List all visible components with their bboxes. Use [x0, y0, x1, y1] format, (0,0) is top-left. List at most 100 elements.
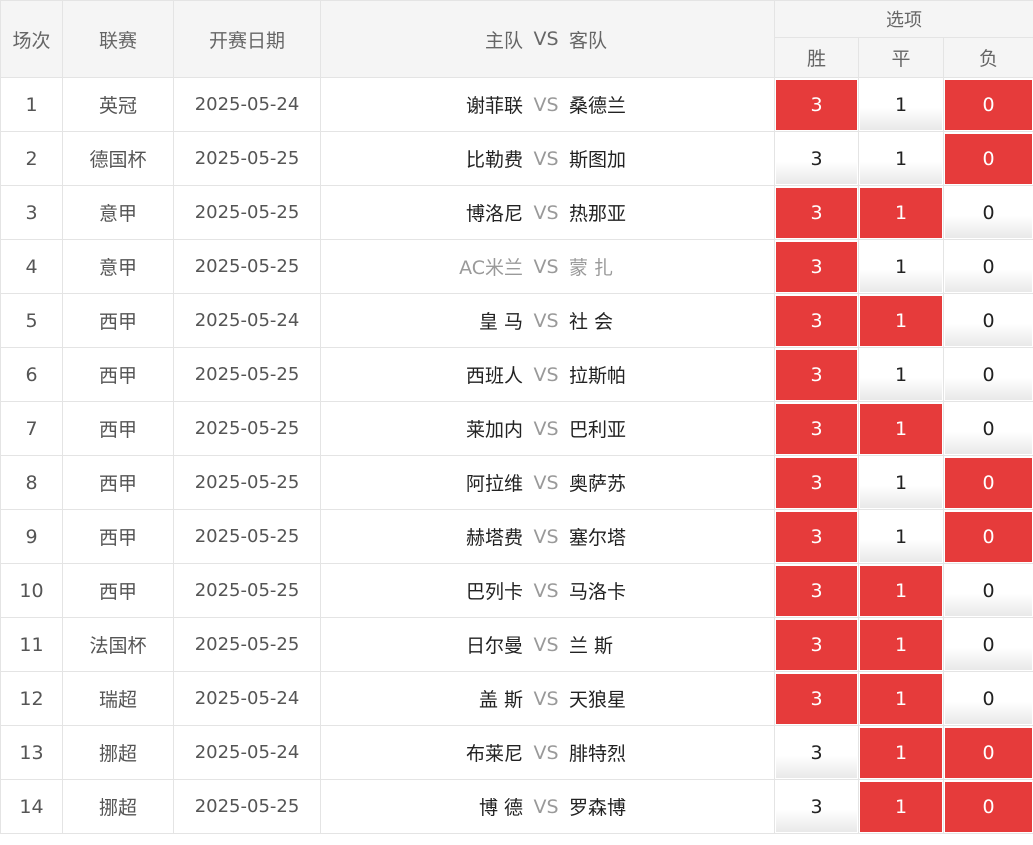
- table-row: 13 挪超 2025-05-24 布莱尼 VS 腓特烈 3 1 0: [0, 725, 1033, 780]
- round-number: 11: [0, 617, 63, 672]
- option-cell-lose: 0: [942, 185, 1033, 240]
- away-team: 马洛卡: [569, 581, 627, 603]
- option-lose-button[interactable]: 0: [945, 457, 1033, 508]
- option-cell-lose: 0: [942, 77, 1033, 132]
- home-team: 巴列卡: [465, 581, 523, 603]
- round-number: 10: [0, 563, 63, 618]
- option-draw-button[interactable]: 1: [860, 457, 942, 508]
- option-lose-button[interactable]: 0: [945, 349, 1033, 400]
- match-cell: 博洛尼 VS 热那亚: [320, 185, 775, 240]
- round-number: 3: [0, 185, 63, 240]
- option-win-button[interactable]: 3: [776, 79, 857, 130]
- option-win-button[interactable]: 3: [776, 349, 857, 400]
- match-date: 2025-05-24: [173, 293, 321, 348]
- match-date: 2025-05-25: [173, 131, 321, 186]
- match-date: 2025-05-25: [173, 239, 321, 294]
- round-number: 14: [0, 779, 63, 834]
- table-row: 4 意甲 2025-05-25 AC米兰 VS 蒙 扎 310: [0, 239, 1033, 294]
- option-lose-button[interactable]: 0: [945, 511, 1033, 562]
- round-number: 12: [0, 671, 63, 726]
- option-win-button[interactable]: 3: [776, 295, 857, 346]
- header-match: 主队 VS 客队: [320, 0, 775, 78]
- option-win-button[interactable]: 3: [776, 241, 857, 292]
- option-lose-button[interactable]: 0: [945, 673, 1033, 724]
- option-draw-button[interactable]: 1: [860, 565, 942, 616]
- option-lose-button[interactable]: 0: [945, 187, 1033, 238]
- option-cell-draw: 1: [858, 725, 944, 780]
- option-lose-button[interactable]: 0: [945, 619, 1033, 670]
- away-team: 拉斯帕: [569, 365, 627, 387]
- option-draw-button[interactable]: 1: [860, 133, 942, 184]
- table-row: 5 西甲 2025-05-24 皇 马 VS 社 会 310: [0, 293, 1033, 348]
- option-win-button[interactable]: 3: [776, 673, 857, 724]
- option-win-button[interactable]: 3: [776, 619, 857, 670]
- match-cell: 赫塔费 VS 塞尔塔: [320, 509, 775, 564]
- option-draw-button[interactable]: 1: [860, 511, 942, 562]
- option-lose-button[interactable]: 0: [945, 727, 1033, 778]
- option-lose-button[interactable]: 0: [945, 241, 1033, 292]
- option-lose-button[interactable]: 0: [945, 403, 1033, 454]
- option-draw-button[interactable]: 1: [860, 241, 942, 292]
- option-cell-draw: 1: [858, 347, 944, 402]
- option-draw-button[interactable]: 1: [860, 727, 942, 778]
- option-draw-button[interactable]: 1: [860, 619, 942, 670]
- option-lose-button[interactable]: 0: [945, 565, 1033, 616]
- option-lose-button[interactable]: 0: [945, 79, 1033, 130]
- option-win-button[interactable]: 3: [776, 727, 857, 778]
- option-win-button[interactable]: 3: [776, 511, 857, 562]
- option-cell-win: 3: [774, 293, 859, 348]
- match-cell: 皇 马 VS 社 会: [320, 293, 775, 348]
- league-name: 西甲: [62, 563, 174, 618]
- option-cell-win: 3: [774, 617, 859, 672]
- away-team: 罗森博: [569, 797, 627, 819]
- match-date: 2025-05-25: [173, 185, 321, 240]
- home-team: 皇 马: [478, 311, 523, 333]
- league-name: 英冠: [62, 77, 174, 132]
- vs-label: VS: [533, 687, 559, 710]
- match-date: 2025-05-25: [173, 617, 321, 672]
- match-cell: 盖 斯 VS 天狼星: [320, 671, 775, 726]
- option-cell-draw: 1: [858, 671, 944, 726]
- away-team: 兰 斯: [569, 635, 614, 657]
- option-cell-lose: 0: [942, 401, 1033, 456]
- option-draw-button[interactable]: 1: [860, 349, 942, 400]
- league-name: 挪超: [62, 725, 174, 780]
- away-team: 斯图加: [569, 149, 627, 171]
- away-team: 社 会: [569, 311, 614, 333]
- option-draw-button[interactable]: 1: [860, 403, 942, 454]
- league-name: 挪超: [62, 779, 174, 834]
- option-draw-button[interactable]: 1: [860, 295, 942, 346]
- option-cell-lose: 0: [942, 509, 1033, 564]
- vs-label: VS: [533, 633, 559, 656]
- match-date: 2025-05-24: [173, 671, 321, 726]
- option-cell-win: 3: [774, 671, 859, 726]
- option-lose-button[interactable]: 0: [945, 781, 1033, 832]
- option-win-button[interactable]: 3: [776, 133, 857, 184]
- option-lose-button[interactable]: 0: [945, 133, 1033, 184]
- option-lose-button[interactable]: 0: [945, 295, 1033, 346]
- option-win-button[interactable]: 3: [776, 565, 857, 616]
- round-number: 2: [0, 131, 63, 186]
- option-cell-draw: 1: [858, 77, 944, 132]
- option-draw-button[interactable]: 1: [860, 79, 942, 130]
- option-draw-button[interactable]: 1: [860, 781, 942, 832]
- league-name: 意甲: [62, 185, 174, 240]
- match-date: 2025-05-25: [173, 563, 321, 618]
- league-name: 西甲: [62, 509, 174, 564]
- option-draw-button[interactable]: 1: [860, 187, 942, 238]
- match-date: 2025-05-24: [173, 725, 321, 780]
- match-cell: 巴列卡 VS 马洛卡: [320, 563, 775, 618]
- match-cell: 西班人 VS 拉斯帕: [320, 347, 775, 402]
- option-win-button[interactable]: 3: [776, 457, 857, 508]
- table-row: 1 英冠 2025-05-24 谢菲联 VS 桑德兰 3 1 0: [0, 77, 1033, 132]
- option-win-button[interactable]: 3: [776, 781, 857, 832]
- table-row: 14 挪超 2025-05-25 博 德 VS 罗森博 3 1 0: [0, 779, 1033, 834]
- option-draw-button[interactable]: 1: [860, 673, 942, 724]
- option-cell-lose: 0: [942, 131, 1033, 186]
- round-number: 4: [0, 239, 63, 294]
- option-win-button[interactable]: 3: [776, 187, 857, 238]
- option-win-button[interactable]: 3: [776, 403, 857, 454]
- option-cell-win: 3: [774, 725, 859, 780]
- vs-label: VS: [533, 417, 559, 440]
- vs-label: VS: [533, 525, 559, 548]
